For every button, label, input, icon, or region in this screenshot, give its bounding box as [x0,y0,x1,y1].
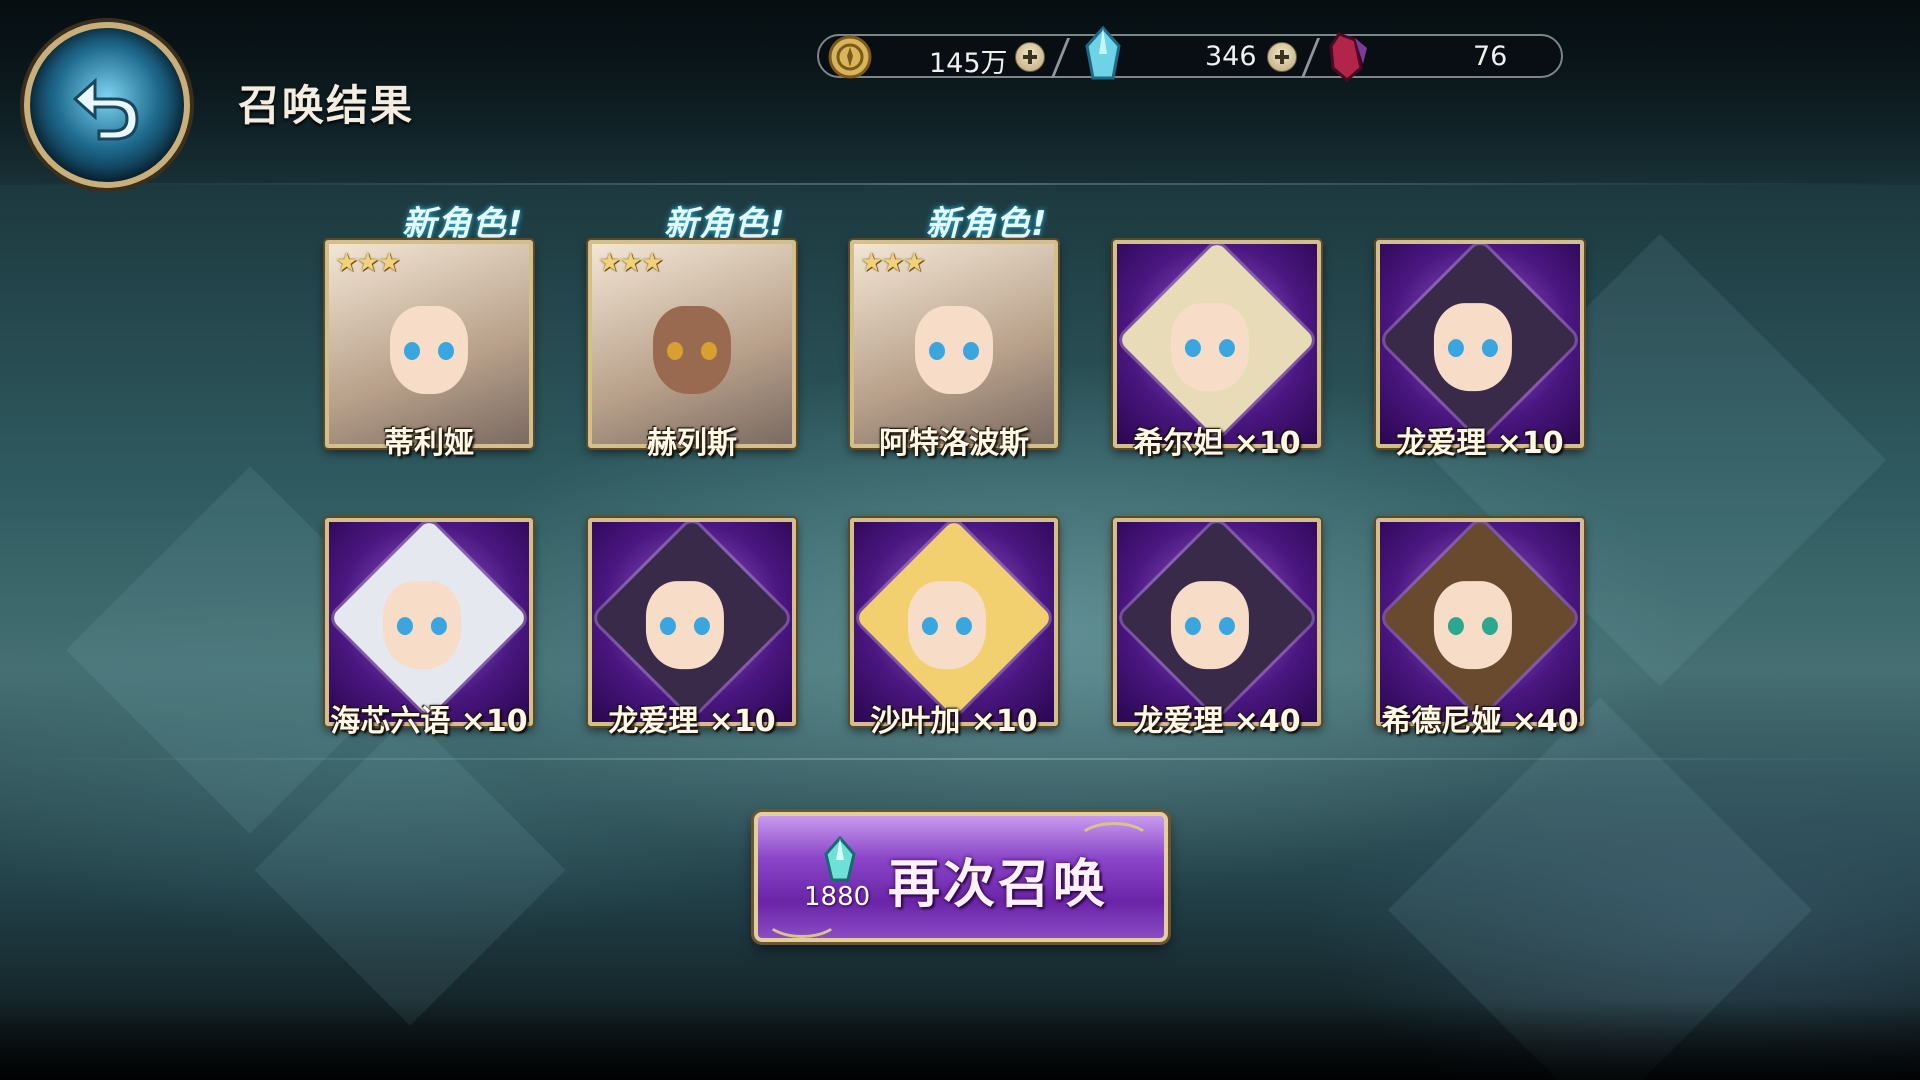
new-character-label: 新角色! [926,204,1048,244]
result-card[interactable]: ★★★ [850,240,1058,448]
back-button[interactable] [24,22,190,188]
footer-backdrop [0,1000,1920,1080]
return-arrow-icon [72,77,139,141]
character-face [915,306,993,394]
summon-results-screen: 召唤结果 145万 346 76 新角色! 新角色! 新角色! ★★★ ★★★ … [0,0,1920,1080]
result-card[interactable] [850,518,1058,726]
result-card[interactable] [1113,518,1321,726]
red-crystal-amount: 76 [1473,41,1508,72]
character-portrait [1381,522,1579,717]
card-name: 蒂利娅 [384,426,474,461]
card-name: 赫列斯 [647,426,737,461]
character-portrait [593,522,791,717]
currency-bar: 145万 346 76 [817,25,1563,82]
add-gold-button[interactable] [1015,42,1045,72]
character-portrait [1381,244,1579,439]
rarity-stars: ★★★ [598,248,664,278]
card-name: 阿特洛波斯 [879,426,1029,461]
character-face [645,581,724,670]
add-crystal-button[interactable] [1267,42,1297,72]
character-face [382,581,461,670]
gold-coin-icon [828,35,872,79]
blue-crystal-icon [824,836,856,882]
result-card[interactable] [1376,518,1584,726]
new-character-label: 新角色! [664,204,786,244]
character-portrait [330,522,528,717]
character-portrait [359,270,499,410]
rarity-stars: ★★★ [860,248,926,278]
character-face [1170,581,1249,670]
bottom-divider [0,758,1920,760]
card-name: 龙爱理 ×40 [1133,704,1301,739]
card-name: 沙叶加 ×10 [870,704,1038,739]
card-name: 龙爱理 ×10 [1396,426,1564,461]
character-face [907,581,986,670]
summon-again-label: 再次召唤 [888,855,1109,915]
separator [1300,38,1321,78]
result-card[interactable] [1376,240,1584,448]
red-crystal-icon [1329,32,1367,82]
top-divider [0,183,1920,185]
separator [1050,38,1071,78]
character-face [653,306,731,394]
character-portrait [622,270,762,410]
character-portrait [1118,244,1316,439]
gold-amount: 145万 [929,48,1008,79]
result-card[interactable]: ★★★ [325,240,533,448]
summon-cost: 1880 [804,882,871,912]
crystal-amount: 346 [1205,41,1257,72]
result-card[interactable] [325,518,533,726]
character-face [1433,303,1512,392]
blue-crystal-icon [1085,25,1121,80]
character-face [390,306,468,394]
card-name: 希尔妲 ×10 [1133,426,1301,461]
result-card[interactable] [588,518,796,726]
result-card[interactable] [1113,240,1321,448]
card-name: 希德尼娅 ×40 [1381,704,1579,739]
card-name: 龙爱理 ×10 [608,704,776,739]
result-card[interactable]: ★★★ [588,240,796,448]
rarity-stars: ★★★ [335,248,401,278]
character-portrait [855,522,1053,717]
character-face [1170,303,1249,392]
card-name: 海芯六语 ×10 [330,704,528,739]
character-face [1433,581,1512,670]
page-title: 召唤结果 [238,81,415,130]
character-portrait [1118,522,1316,717]
new-character-label: 新角色! [402,204,524,244]
character-portrait [884,270,1024,410]
summon-again-button[interactable]: 1880 再次召唤 [754,812,1168,942]
